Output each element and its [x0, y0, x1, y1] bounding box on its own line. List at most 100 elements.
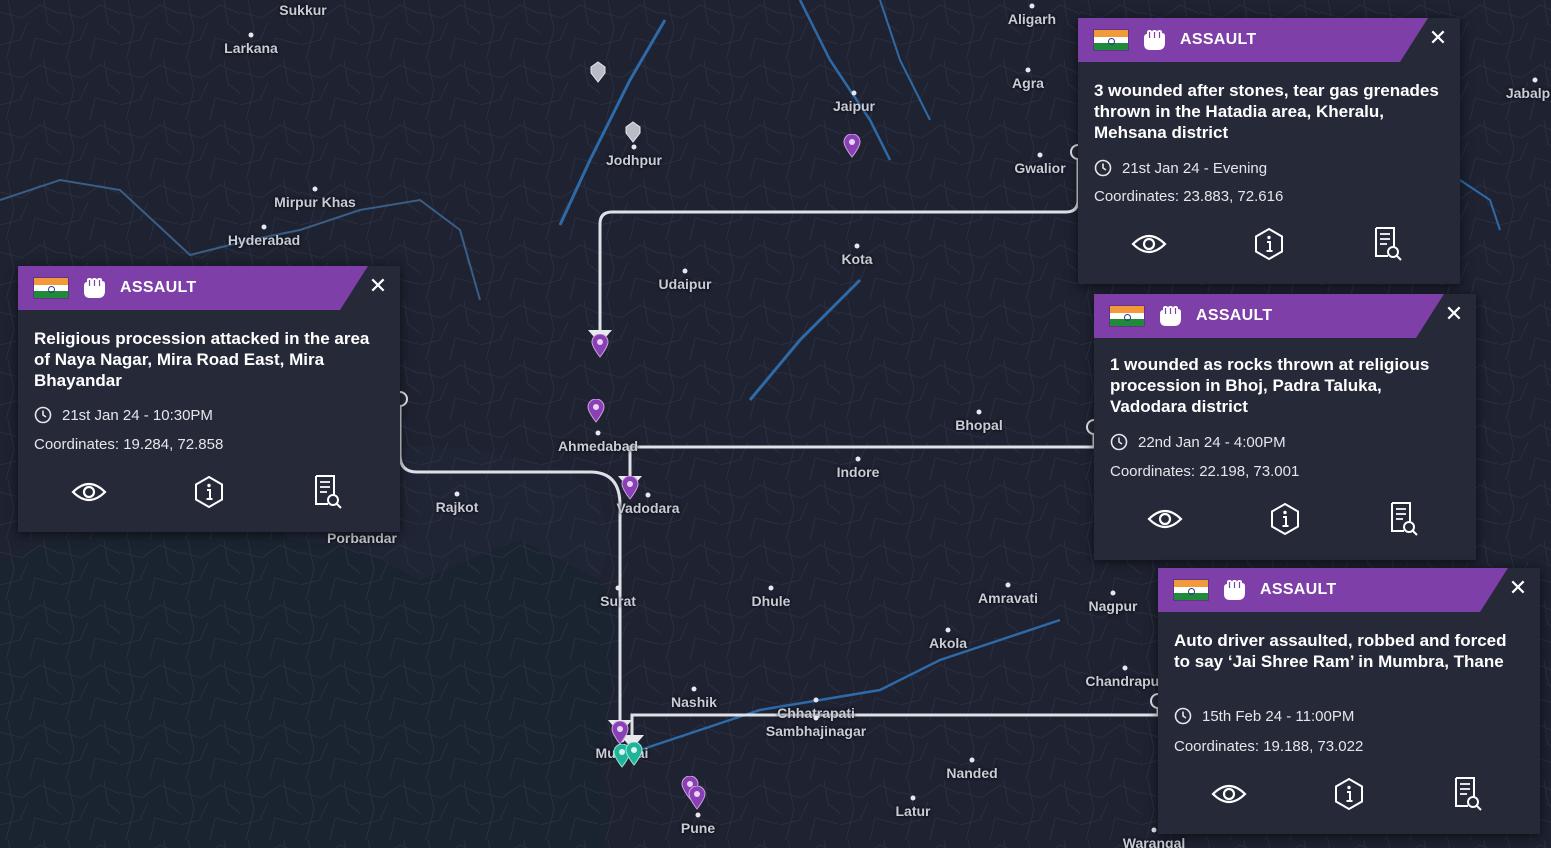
city-label: Pune	[680, 820, 716, 836]
city-label: Aligarh	[1007, 11, 1057, 27]
incident-time-text: 21st Jan 24 - 10:30PM	[62, 406, 213, 424]
incident-category: ASSAULT	[1260, 581, 1337, 598]
incident-time: 22nd Jan 24 - 4:00PM	[1110, 433, 1286, 451]
info-icon	[1271, 502, 1299, 536]
incident-marker[interactable]	[590, 61, 606, 83]
incident-category: ASSAULT	[1180, 31, 1257, 48]
incident-card: ASSAULT ✕ 1 wounded as rocks thrown at r…	[1094, 294, 1476, 560]
incident-time-text: 21st Jan 24 - Evening	[1122, 159, 1268, 177]
city-dot	[768, 585, 774, 591]
incident-marker[interactable]	[688, 786, 706, 810]
report-search-icon	[1455, 777, 1482, 811]
city-label: Jaipur	[832, 98, 876, 114]
report-button[interactable]	[1448, 774, 1488, 814]
clock-icon	[34, 406, 52, 424]
report-button[interactable]	[308, 472, 348, 512]
incident-time: 21st Jan 24 - Evening	[1094, 159, 1267, 177]
city-label: Gwalior	[1014, 160, 1066, 176]
close-icon[interactable]: ✕	[1442, 302, 1466, 326]
close-icon[interactable]: ✕	[366, 274, 390, 298]
city-dot	[1532, 77, 1538, 83]
city-dot	[261, 224, 267, 230]
clock-icon	[1110, 433, 1128, 451]
city-label: Hyderabad	[227, 232, 301, 248]
clock-icon	[1174, 707, 1192, 725]
fist-icon	[1160, 306, 1181, 326]
city-label: Larkana	[224, 40, 278, 56]
city-dot	[615, 585, 621, 591]
city-label: Udaipur	[658, 276, 712, 292]
eye-icon	[1211, 784, 1247, 804]
incident-coordinates: Coordinates: 22.198, 73.001	[1110, 463, 1300, 480]
report-search-icon	[1391, 502, 1418, 536]
clock-icon	[1094, 159, 1112, 177]
city-dot	[691, 686, 697, 692]
incident-card: ASSAULT ✕ Auto driver assaulted, robbed …	[1158, 568, 1540, 834]
incident-marker[interactable]	[625, 742, 643, 766]
incident-title: Religious procession attacked in the are…	[34, 329, 370, 390]
city-dot	[945, 627, 951, 633]
incident-marker[interactable]	[621, 476, 639, 500]
incident-marker[interactable]	[591, 334, 609, 358]
city-dot	[248, 32, 254, 38]
city-label: Sambhajinagar	[765, 723, 867, 739]
city-dot	[1037, 152, 1043, 158]
view-button[interactable]	[1209, 774, 1249, 814]
india-flag-icon	[1094, 30, 1128, 51]
incident-card: ASSAULT ✕ 3 wounded after stones, tear g…	[1078, 18, 1460, 284]
report-button[interactable]	[1384, 499, 1424, 539]
close-icon[interactable]: ✕	[1426, 26, 1450, 50]
info-button[interactable]	[1265, 499, 1305, 539]
city-label: Jabalpur	[1505, 85, 1551, 101]
close-icon[interactable]: ✕	[1506, 576, 1530, 600]
city-label: Mirpur Khas	[274, 194, 356, 210]
city-label: Nagpur	[1088, 598, 1138, 614]
city-dot	[969, 757, 975, 763]
city-dot	[851, 90, 857, 96]
incident-title: Auto driver assaulted, robbed and forced…	[1174, 631, 1507, 671]
fist-icon	[1224, 580, 1245, 600]
city-label: Porbandar	[326, 530, 398, 546]
city-label: Jodhpur	[606, 152, 662, 168]
city-label: Sukkur	[279, 2, 327, 18]
eye-icon	[1131, 234, 1167, 254]
incident-time-text: 15th Feb 24 - 11:00PM	[1202, 707, 1355, 725]
incident-map[interactable]: Sukkur Larkana Aligarh Jaipur Agra Jodhpur Gwa…	[0, 0, 1551, 848]
incident-coordinates: Coordinates: 19.284, 72.858	[34, 436, 224, 453]
view-button[interactable]	[1145, 499, 1185, 539]
city-label: Kota	[841, 251, 873, 267]
city-dot	[682, 268, 688, 274]
incident-marker[interactable]	[625, 121, 641, 143]
info-button[interactable]	[1249, 224, 1289, 264]
city-dot	[312, 186, 318, 192]
report-search-icon	[1375, 227, 1402, 261]
city-dot	[813, 715, 819, 721]
report-button[interactable]	[1368, 224, 1408, 264]
city-dot	[454, 491, 460, 497]
city-label: Bhopal	[955, 417, 1003, 433]
city-label: Warangal	[1122, 835, 1186, 848]
incident-marker[interactable]	[587, 399, 605, 423]
info-button[interactable]	[189, 472, 229, 512]
city-dot	[813, 697, 819, 703]
info-button[interactable]	[1329, 774, 1369, 814]
city-label: Vadodara	[616, 500, 680, 516]
city-dot	[1122, 665, 1128, 671]
incident-time: 21st Jan 24 - 10:30PM	[34, 406, 213, 424]
city-dot	[645, 492, 651, 498]
incident-actions	[18, 472, 400, 512]
city-label: Ahmedabad	[557, 438, 639, 454]
view-button[interactable]	[1129, 224, 1169, 264]
incident-marker[interactable]	[843, 134, 861, 158]
city-dot	[1029, 3, 1035, 9]
city-label: Nashik	[671, 694, 717, 710]
view-button[interactable]	[69, 472, 109, 512]
city-dot	[1151, 827, 1157, 833]
incident-time: 15th Feb 24 - 11:00PM	[1174, 707, 1354, 725]
fist-icon	[84, 278, 105, 298]
incident-actions	[1094, 499, 1476, 539]
incident-title: 1 wounded as rocks thrown at religious p…	[1110, 355, 1430, 416]
incident-actions	[1078, 224, 1460, 264]
incident-category: ASSAULT	[1196, 307, 1273, 324]
info-icon	[1255, 227, 1283, 261]
